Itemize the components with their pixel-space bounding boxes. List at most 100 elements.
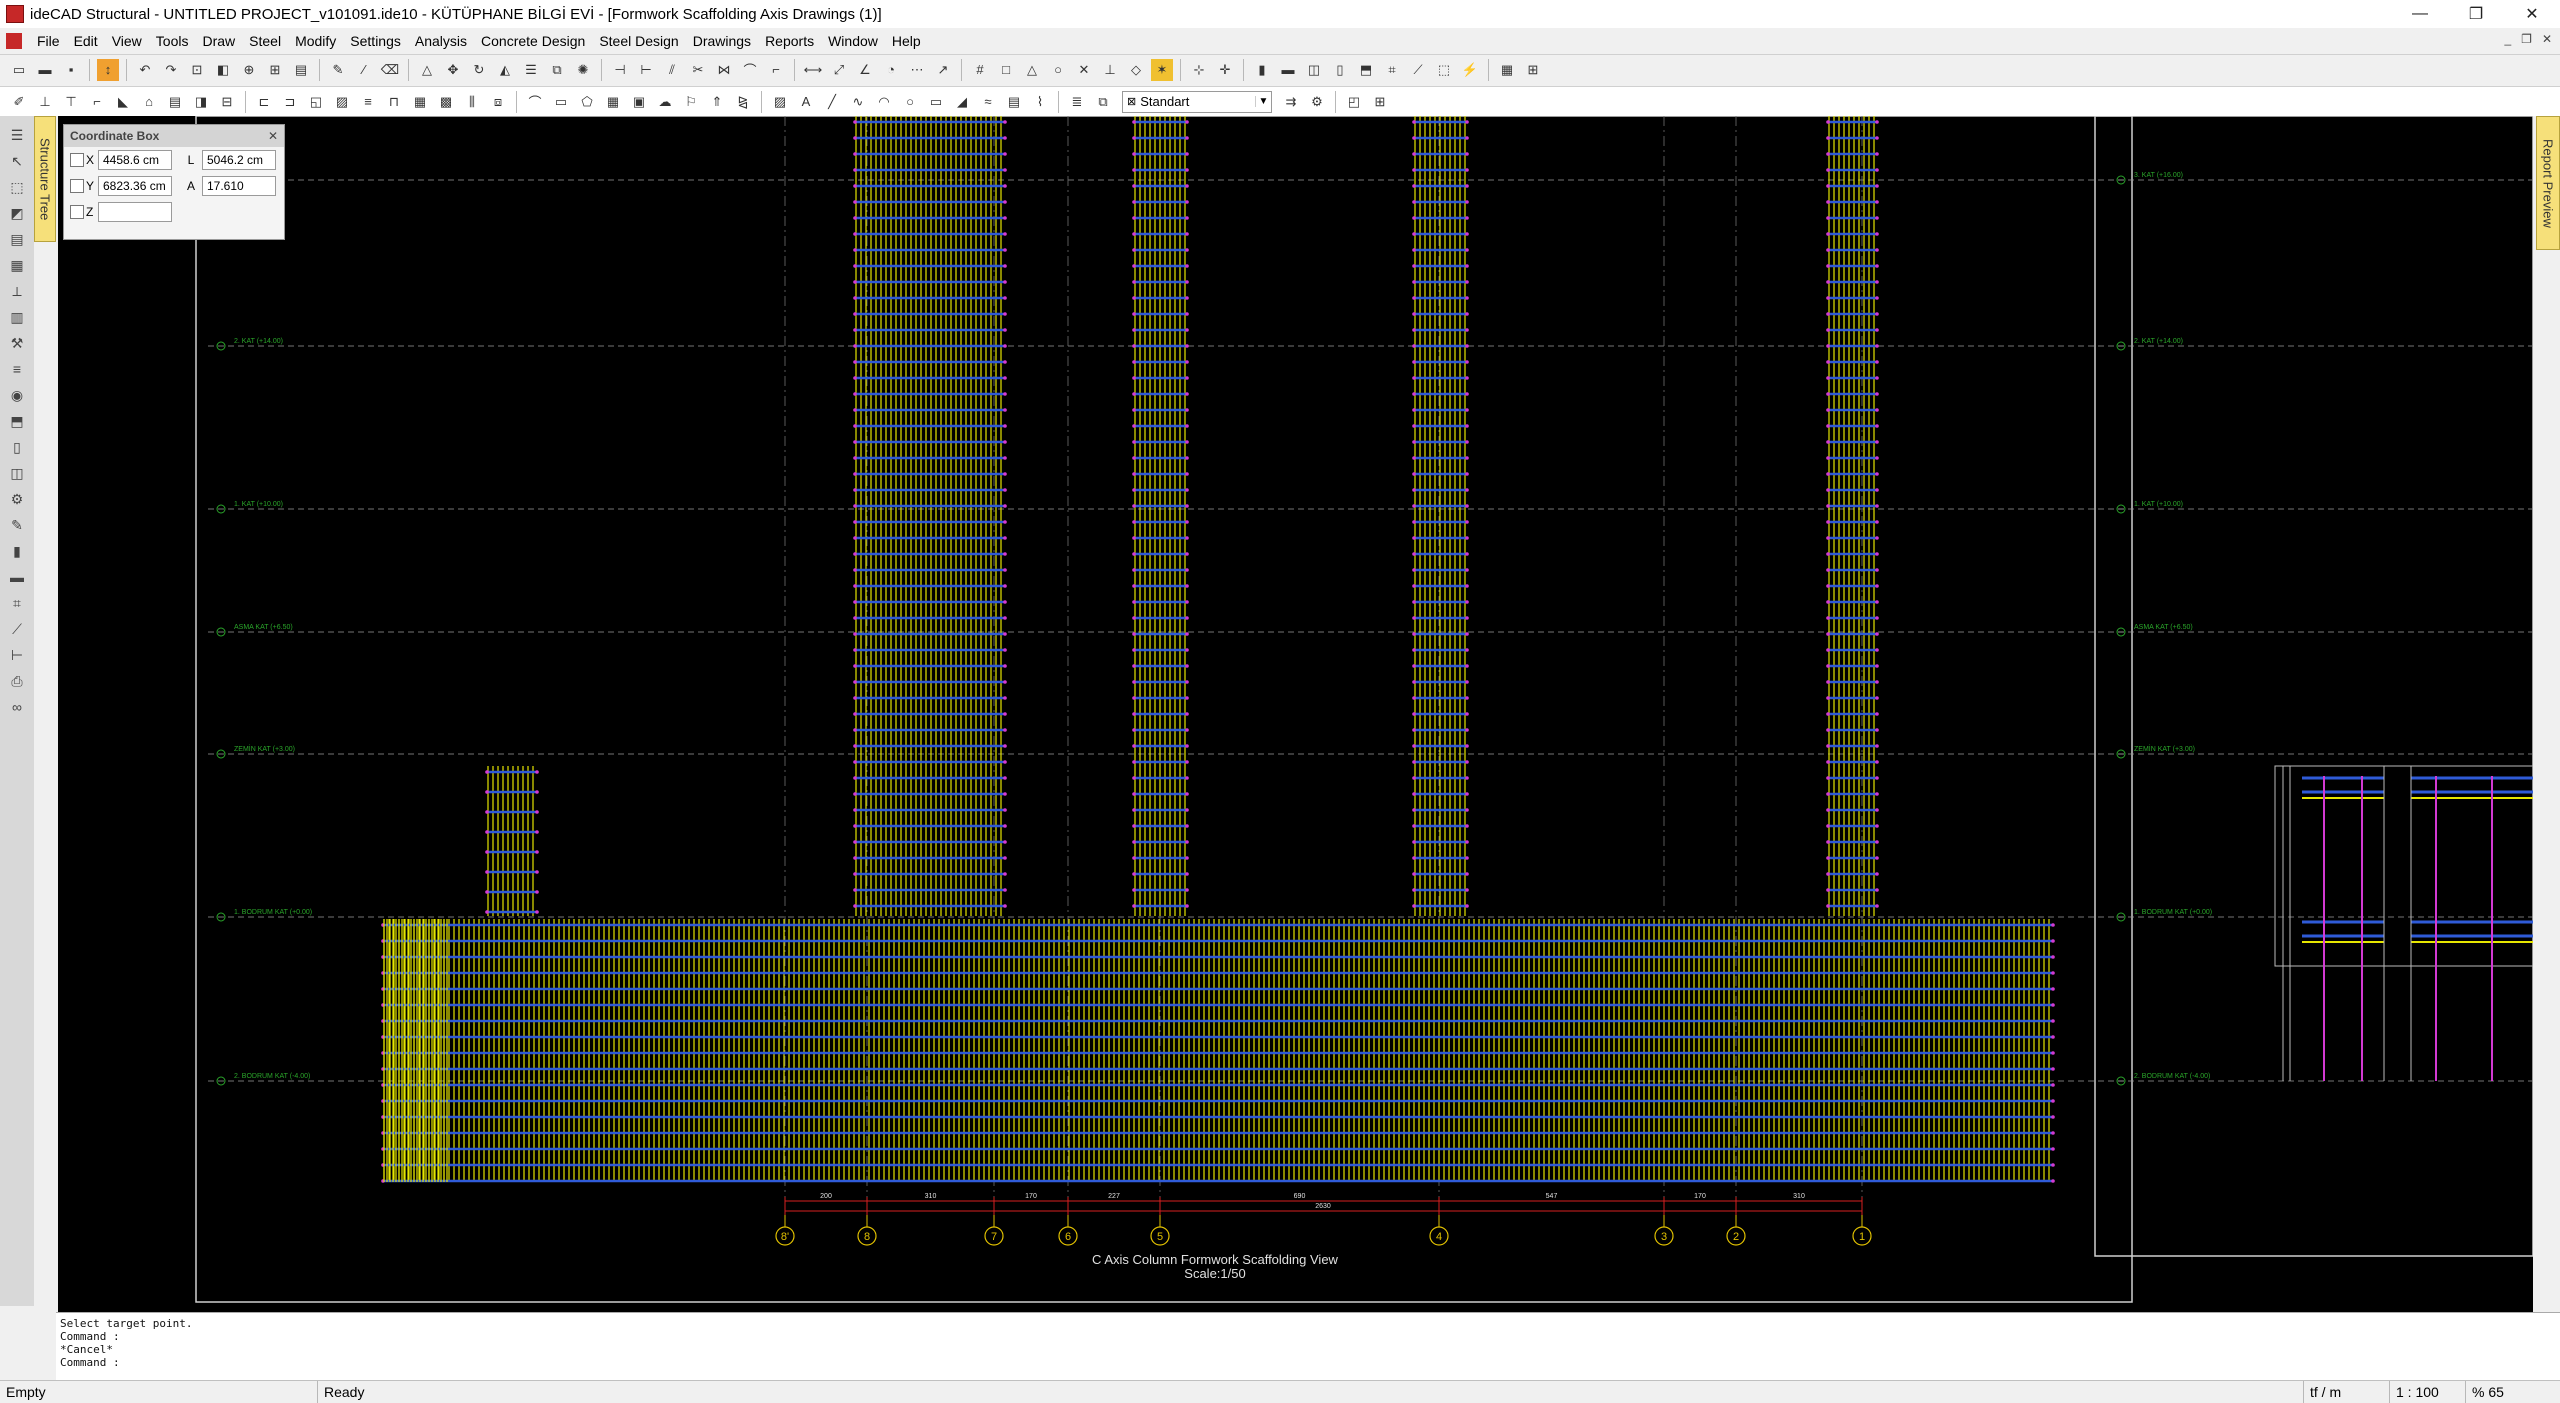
new-file-icon[interactable]: ▭ (8, 59, 30, 81)
arc2-icon[interactable]: ◠ (873, 91, 895, 113)
offset-icon[interactable]: ⫽ (661, 59, 683, 81)
menu-window[interactable]: Window (821, 33, 885, 49)
menu-modify[interactable]: Modify (288, 33, 343, 49)
save-icon[interactable]: ▪ (60, 59, 82, 81)
mdi-close-icon[interactable]: ✕ (2542, 32, 2552, 46)
ramp-panel-icon[interactable]: ⟋ (6, 618, 28, 640)
tools-icon[interactable]: ⚒ (6, 332, 28, 354)
menu-steel-design[interactable]: Steel Design (592, 33, 685, 49)
dimension-angle-icon[interactable]: ∠ (854, 59, 876, 81)
zoom-extents-icon[interactable]: ⊞ (264, 59, 286, 81)
dimension-aligned-icon[interactable]: ⤢ (828, 59, 850, 81)
wall-panel-icon[interactable]: ▯ (6, 436, 28, 458)
ortho-icon[interactable]: ⊹ (1188, 59, 1210, 81)
snap-perpendicular-icon[interactable]: ⊥ (1099, 59, 1121, 81)
cloud-icon[interactable]: ☁ (654, 91, 676, 113)
z-lock-checkbox[interactable] (70, 205, 84, 219)
stairs-icon[interactable]: ⧎ (732, 91, 754, 113)
axis-auto-icon[interactable]: ⊤ (60, 91, 82, 113)
explode-icon[interactable]: ✺ (572, 59, 594, 81)
arc-icon[interactable]: ⌒ (524, 91, 546, 113)
hatch2-icon[interactable]: ▤ (1003, 91, 1025, 113)
array-icon[interactable]: ☰ (520, 59, 542, 81)
window-icon[interactable]: ▤ (164, 91, 186, 113)
beam-icon[interactable]: ▬ (1277, 59, 1299, 81)
floor-icon[interactable]: ▦ (6, 254, 28, 276)
image-icon[interactable]: ▨ (769, 91, 791, 113)
north-icon[interactable]: ⇑ (706, 91, 728, 113)
properties-icon[interactable]: ▥ (6, 306, 28, 328)
menu-help[interactable]: Help (885, 33, 928, 49)
drawing-svg[interactable]: 3. KAT (+16.00)3. KAT (+16.00)2. KAT (+1… (58, 116, 2533, 1312)
cursor-icon[interactable]: ↖ (6, 150, 28, 172)
dimension-radius-icon[interactable]: ◔ (880, 59, 902, 81)
status-unit[interactable]: tf / m (2304, 1380, 2390, 1403)
layout-icon[interactable]: ⊞ (1369, 91, 1391, 113)
menu-concrete-design[interactable]: Concrete Design (474, 33, 592, 49)
column-icon[interactable]: ▮ (1251, 59, 1273, 81)
open-folder-icon[interactable]: ▬ (34, 59, 56, 81)
close-icon[interactable]: ✕ (268, 129, 278, 143)
table-icon[interactable]: ⊞ (1522, 59, 1544, 81)
command-input[interactable]: Command : (60, 1356, 2556, 1369)
rect2-icon[interactable]: ▭ (925, 91, 947, 113)
door-icon[interactable]: ◨ (190, 91, 212, 113)
eraser-icon[interactable]: ⌫ (379, 59, 401, 81)
snap-active-icon[interactable]: ✶ (1151, 58, 1173, 81)
a-field[interactable]: 17.610 (202, 176, 276, 196)
layers-icon[interactable]: ≣ (1066, 91, 1088, 113)
x-lock-checkbox[interactable] (70, 153, 84, 167)
section-icon[interactable]: ⊏ (253, 91, 275, 113)
menu-draw[interactable]: Draw (195, 33, 242, 49)
text-icon[interactable]: A (795, 91, 817, 113)
mdi-minimize-icon[interactable]: _ (2504, 32, 2511, 46)
regen-icon[interactable]: ▤ (290, 59, 312, 81)
structure-tree-tab[interactable]: Structure Tree (34, 116, 56, 242)
status-zoom[interactable]: % 65 (2466, 1381, 2560, 1403)
y-field[interactable]: 6823.36 cm (98, 176, 172, 196)
scaffold-icon[interactable]: ⫼ (461, 91, 483, 113)
measure-icon[interactable]: ⊢ (6, 644, 28, 666)
stair-icon[interactable]: ⌗ (1381, 59, 1403, 81)
coordinate-box[interactable]: Coordinate Box ✕ X 4458.6 cm L 5046.2 cm… (63, 124, 285, 240)
text-style-select[interactable]: ⊠ Standart ▼ (1122, 90, 1272, 113)
redo-icon[interactable]: ↷ (160, 59, 182, 81)
break-line-icon[interactable]: ⌇ (1029, 91, 1051, 113)
break-icon[interactable]: ✂ (687, 59, 709, 81)
menu-view[interactable]: View (105, 33, 149, 49)
drawing-canvas[interactable]: 3. KAT (+16.00)3. KAT (+16.00)2. KAT (+1… (58, 116, 2533, 1312)
z-field[interactable] (98, 202, 172, 222)
opening-icon[interactable]: ⬚ (1433, 59, 1455, 81)
settings-gear-icon[interactable]: ⚙ (6, 488, 28, 510)
tree-icon[interactable]: ☰ (6, 124, 28, 146)
snap-midpoint-icon[interactable]: △ (1021, 59, 1043, 81)
layer-icon[interactable]: ↕ (97, 58, 119, 81)
pen-icon[interactable]: ✎ (6, 514, 28, 536)
polygon-icon[interactable]: ⬠ (576, 91, 598, 113)
stair-panel-icon[interactable]: ⌗ (6, 592, 28, 614)
status-scale[interactable]: 1 : 100 (2390, 1380, 2466, 1403)
railing-icon[interactable]: ⊟ (216, 91, 238, 113)
mass-icon[interactable]: ◣ (112, 91, 134, 113)
y-lock-checkbox[interactable] (70, 179, 84, 193)
menu-edit[interactable]: Edit (67, 33, 105, 49)
foundation-panel-icon[interactable]: ⬒ (6, 410, 28, 432)
layer-state-icon[interactable]: ⧉ (1092, 91, 1114, 113)
report-preview-tab[interactable]: Report Preview (2536, 116, 2560, 250)
coordinate-box-header[interactable]: Coordinate Box ✕ (64, 125, 284, 147)
zoom-icon[interactable]: ⊕ (238, 59, 260, 81)
fillet-icon[interactable]: ⌒ (739, 59, 761, 81)
menu-steel[interactable]: Steel (242, 33, 288, 49)
undo-icon[interactable]: ↶ (134, 59, 156, 81)
rectangle-icon[interactable]: ▭ (550, 91, 572, 113)
mdi-restore-icon[interactable]: ❐ (2521, 32, 2532, 46)
copy-icon[interactable]: ⧉ (546, 59, 568, 81)
mesh-icon[interactable]: ▩ (435, 91, 457, 113)
rebar-panel-icon[interactable]: ≡ (6, 358, 28, 380)
move-icon[interactable]: ✥ (442, 59, 464, 81)
foundation-icon[interactable]: ⬒ (1355, 59, 1377, 81)
symbol-icon[interactable]: ⚐ (680, 91, 702, 113)
command-panel[interactable]: Select target point. Command : *Cancel* … (56, 1312, 2560, 1380)
menu-tools[interactable]: Tools (149, 33, 196, 49)
ramp-icon[interactable]: ⟋ (1407, 59, 1429, 81)
